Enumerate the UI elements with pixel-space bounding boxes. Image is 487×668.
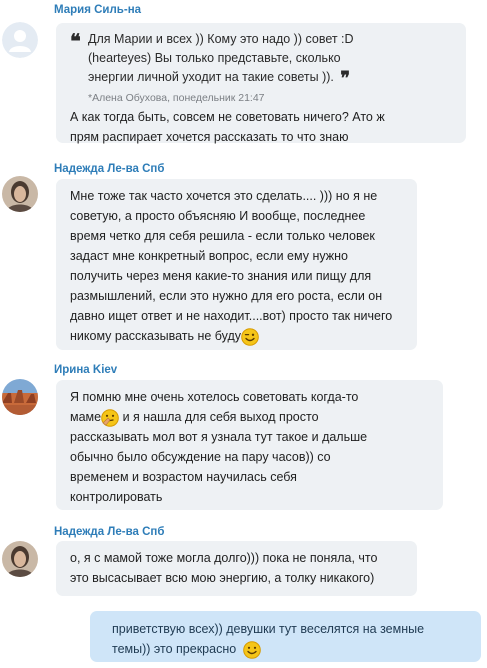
user-photo-icon[interactable]: [2, 176, 38, 212]
smiley-icon: [242, 640, 261, 659]
quote-line: (heartеyes) Вы только представьте, сколь…: [88, 51, 341, 65]
message-line: рассказывать мол вот я узнала тут такое …: [70, 430, 368, 444]
message-line: приветствую всех)) девушки тут веселятся…: [112, 622, 425, 636]
default-avatar-icon[interactable]: [2, 22, 38, 58]
message-line: Мне тоже так часто хочется это сделать..…: [70, 189, 378, 203]
message-bubble: о, я с мамой тоже могла долго))) пока не…: [56, 541, 417, 596]
quote-line: энергии личной уходит на такие советы ))…: [88, 70, 334, 84]
open-quote-icon: ❝: [70, 29, 81, 53]
message-line: это высасывает всю мою энергию, а толку …: [70, 571, 375, 585]
message-line: темы)) это прекрасно: [112, 642, 237, 656]
message-bubble: Мне тоже так часто хочется это сделать..…: [56, 179, 417, 350]
outgoing-message-bubble: приветствую всех)) девушки тут веселятся…: [90, 611, 481, 662]
message-line: время четко для себя решила - если тольк…: [70, 229, 375, 243]
sender-name[interactable]: Мария Силь-на: [54, 4, 141, 16]
sender-name[interactable]: Надежда Ле-ва Спб: [54, 163, 164, 175]
message-line: о, я с мамой тоже могла долго))) пока не…: [70, 551, 378, 565]
message-line: и я нашла для себя выход просто: [119, 410, 319, 424]
message-line: обычно было обсуждение на пару часов)) с…: [70, 450, 331, 464]
message-bubble: Я помню мне очень хотелось советовать ко…: [56, 380, 443, 510]
message-line: Я помню мне очень хотелось советовать ко…: [70, 390, 359, 404]
close-quote-icon: ❞: [340, 68, 351, 89]
message-line: советую, а просто объясняю И вообще, пос…: [70, 209, 366, 223]
wink-smiley-icon: [241, 327, 259, 346]
message-line: временем и возрастом научилась себя: [70, 470, 297, 484]
message-bubble: ❝ Для Марии и всех )) Кому это надо )) с…: [56, 23, 466, 144]
quote-line: Для Марии и всех )) Кому это надо )) сов…: [88, 32, 354, 46]
message-line: контролировать: [70, 490, 163, 504]
message-line: задаст мне конкретный вопрос, если ему н…: [70, 249, 348, 263]
landscape-photo-icon[interactable]: [2, 379, 38, 415]
message-line: А как тогда быть, совсем не советовать н…: [70, 110, 385, 124]
quoted-message: ❝ Для Марии и всех )) Кому это надо )) с…: [70, 30, 452, 106]
message-line: прям распирает хочется рассказать то что…: [70, 130, 349, 144]
quote-author-meta: *Алена Обухова, понедельник 21:47: [88, 92, 265, 104]
sender-name[interactable]: Надежда Ле-ва Спб: [54, 526, 164, 538]
message-line: размышлений, если это нужно для его рост…: [70, 289, 383, 303]
thinking-smiley-icon: [101, 408, 119, 427]
sender-name[interactable]: Ирина Kiev: [54, 364, 117, 376]
message-line: давно ищет ответ и не находит....вот) пр…: [70, 309, 393, 323]
message-line: маме: [70, 410, 102, 424]
message-line: никому рассказывать не буду: [70, 329, 242, 343]
message-line: получить через меня какие-то знания или …: [70, 269, 372, 283]
user-photo-icon[interactable]: [2, 541, 38, 577]
